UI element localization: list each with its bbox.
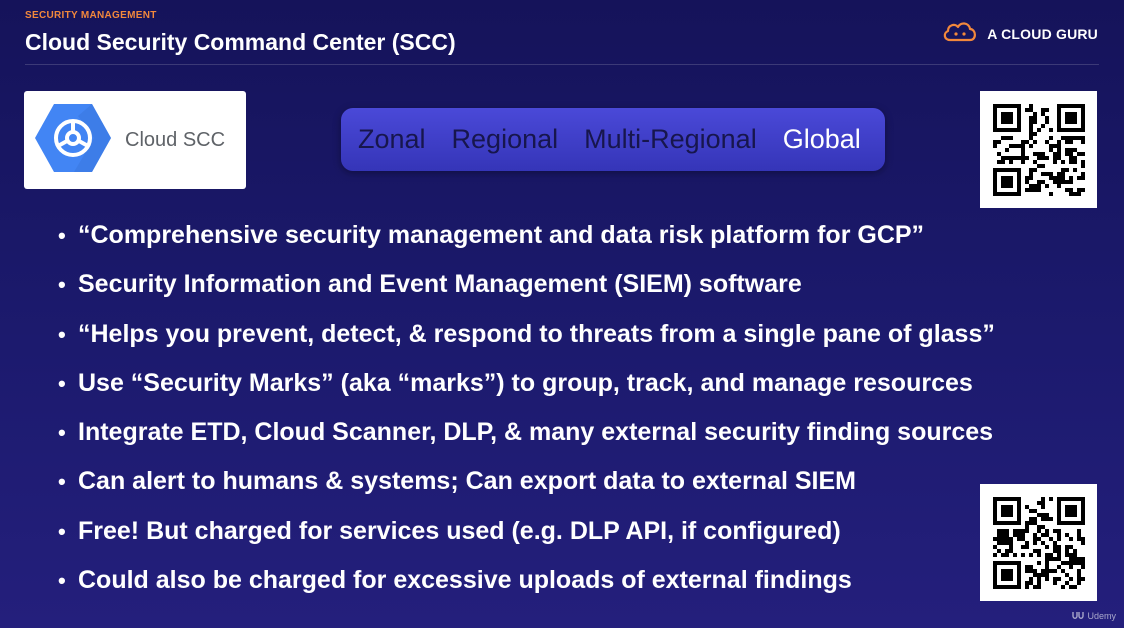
bullet-dot-icon: •: [58, 223, 66, 248]
udemy-icon: [1072, 610, 1085, 622]
bullet-dot-icon: •: [58, 518, 66, 544]
bullet-item: • Can alert to humans & systems; Can expo…: [58, 459, 995, 508]
bullet-text: “Helps you prevent, detect, & respond to…: [78, 319, 995, 348]
bullet-item: • “Comprehensive security management and …: [58, 213, 995, 262]
qr-code-bottom: [980, 484, 1097, 601]
slide: SECURITY MANAGEMENT Cloud Security Comma…: [0, 0, 1124, 628]
bullet-text: Can alert to humans & systems; Can expor…: [78, 467, 856, 496]
udemy-watermark: Udemy: [1072, 610, 1116, 622]
bullet-dot-icon: •: [58, 568, 66, 594]
scope-zonal: Zonal: [358, 124, 426, 154]
bullet-dot-icon: •: [58, 469, 66, 495]
cloud-icon: [941, 19, 979, 48]
bullet-text: “Comprehensive security management and d…: [78, 221, 925, 249]
bullet-text: Security Information and Event Managemen…: [78, 270, 802, 299]
bullet-dot-icon: •: [58, 272, 66, 298]
bullet-item: • Integrate ETD, Cloud Scanner, DLP, & ma…: [58, 410, 995, 459]
bullet-item: • “Helps you prevent, detect, & respond t…: [58, 312, 995, 361]
scope-multi-regional: Multi-Regional: [584, 124, 757, 154]
udemy-label: Udemy: [1087, 611, 1116, 621]
bullet-text: Could also be charged for excessive uplo…: [78, 566, 852, 595]
qr-code-icon: [992, 103, 1085, 196]
page-title: Cloud Security Command Center (SCC): [25, 29, 456, 55]
bullet-text: Free! But charged for services used (e.g…: [78, 516, 841, 545]
bullet-dot-icon: •: [58, 370, 66, 396]
header-divider: [25, 64, 1099, 65]
cloud-scc-label: Cloud SCC: [125, 128, 226, 151]
cloud-scc-hexagon-icon: [34, 102, 112, 179]
bullet-dot-icon: •: [58, 321, 66, 347]
brand-name: A CLOUD GURU: [987, 25, 1098, 42]
brand-logo: A CLOUD GURU: [941, 19, 1098, 48]
section-kicker: SECURITY MANAGEMENT: [25, 10, 157, 21]
scope-global: Global: [782, 124, 861, 154]
bullet-item: • Free! But charged for services used (e.…: [58, 509, 995, 558]
bullet-item: • Use “Security Marks” (aka “marks”) to g…: [58, 361, 995, 410]
bullet-text: Integrate ETD, Cloud Scanner, DLP, & man…: [78, 418, 994, 447]
bullet-text: Use “Security Marks” (aka “marks”) to gr…: [78, 368, 973, 397]
qr-code-top: [980, 91, 1097, 208]
scope-regional: Regional: [451, 124, 559, 154]
cloud-scc-logo-card: Cloud SCC: [24, 91, 246, 189]
qr-code-icon: [992, 496, 1085, 589]
bullet-list: • “Comprehensive security management and …: [58, 213, 995, 607]
bullet-dot-icon: •: [58, 420, 66, 446]
bullet-item: • Security Information and Event Manageme…: [58, 262, 995, 311]
scope-pill: Zonal Regional Multi-Regional Global: [341, 108, 885, 171]
bullet-item: • Could also be charged for excessive upl…: [58, 558, 995, 607]
